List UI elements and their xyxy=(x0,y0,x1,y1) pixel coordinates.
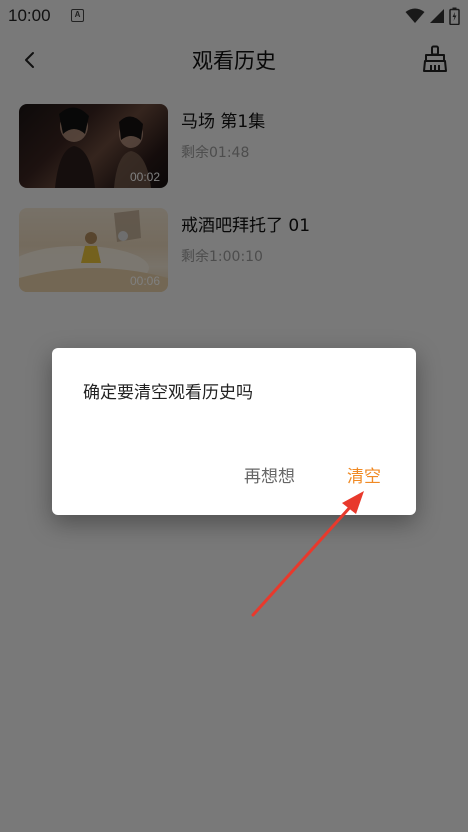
confirm-clear-button[interactable]: 清空 xyxy=(347,462,381,487)
clear-history-dialog: 确定要清空观看历史吗 再想想 清空 xyxy=(52,348,416,515)
dialog-message: 确定要清空观看历史吗 xyxy=(83,383,253,403)
cancel-button[interactable]: 再想想 xyxy=(244,462,295,487)
